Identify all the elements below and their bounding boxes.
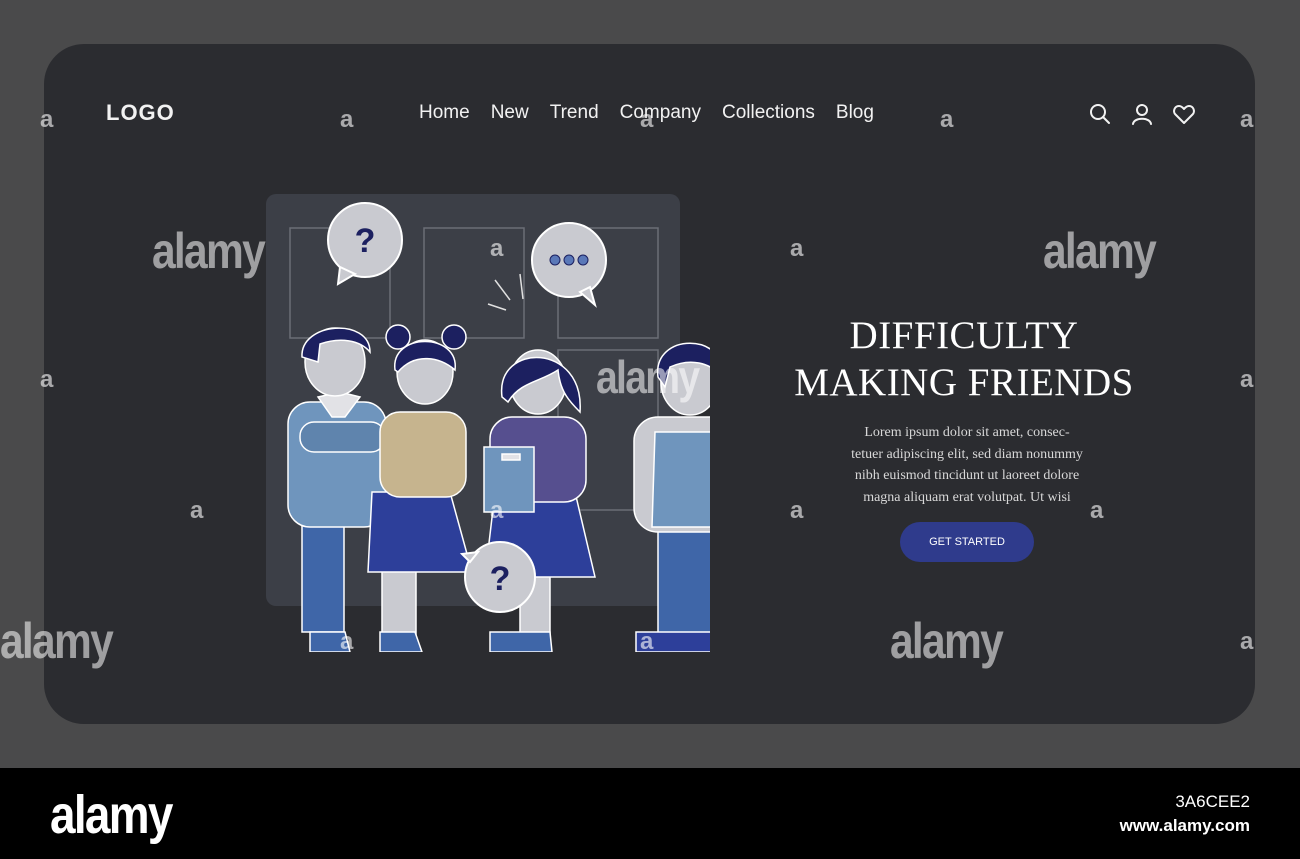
hero-description-line-3: nibh euismod tincidunt ut laoreet dolore <box>854 468 1080 483</box>
header-icons <box>1088 102 1196 126</box>
hero-description-line-1: Lorem ipsum dolor sit amet, consec- <box>864 425 1070 440</box>
watermark-a: a <box>1240 106 1254 133</box>
watermark-a: a <box>40 366 54 393</box>
svg-text:?: ? <box>355 222 376 260</box>
user-icon[interactable] <box>1130 102 1154 126</box>
watermark-a: a <box>490 235 504 262</box>
logo[interactable]: LOGO <box>106 100 175 126</box>
watermark: alamy <box>596 351 700 403</box>
search-icon[interactable] <box>1088 102 1112 126</box>
nav-trend[interactable]: Trend <box>550 102 599 124</box>
watermark: alamy <box>890 613 1004 669</box>
watermark-a: a <box>1240 628 1254 655</box>
hero-description: Lorem ipsum dolor sit amet, consec- tetu… <box>832 422 1102 508</box>
nav-new[interactable]: New <box>491 102 529 124</box>
nav-collections[interactable]: Collections <box>722 102 815 124</box>
nav-company[interactable]: Company <box>620 102 701 124</box>
watermark-a: a <box>640 628 654 655</box>
nav-home[interactable]: Home <box>419 102 470 124</box>
get-started-button[interactable]: GET STARTED <box>900 522 1034 562</box>
watermark-a: a <box>1240 366 1254 393</box>
watermark-a: a <box>340 106 354 133</box>
watermark-a: a <box>490 497 504 524</box>
watermark-a: a <box>790 497 804 524</box>
watermark-a: a <box>190 497 204 524</box>
friends-illustration: ? ? <box>266 194 710 652</box>
footer-bar: alamy 3A6CEE2 www.alamy.com <box>0 768 1300 859</box>
watermark: alamy <box>0 613 114 669</box>
hero-description-line-2: tetuer adipiscing elit, sed diam nonummy <box>851 446 1083 462</box>
watermark-a: a <box>40 106 54 133</box>
nav-blog[interactable]: Blog <box>836 102 874 124</box>
hero-description-line-4: magna aliquam erat volutpat. Ut wisi <box>863 489 1071 505</box>
watermark-a: a <box>640 106 654 133</box>
watermark-a: a <box>790 235 804 262</box>
hero-title-line-1: DIFFICULTY <box>849 314 1079 357</box>
image-id: 3A6CEE2 <box>1175 792 1250 811</box>
watermark-a: a <box>340 628 354 655</box>
watermark-a: a <box>1090 497 1104 524</box>
hero-title: DIFFICULTY MAKING FRIENDS <box>779 312 1149 406</box>
hero-title-line-2: MAKING FRIENDS <box>794 361 1134 404</box>
heart-icon[interactable] <box>1172 102 1196 126</box>
watermark-a: a <box>940 106 954 133</box>
watermark: alamy <box>152 223 266 279</box>
footer-url[interactable]: www.alamy.com <box>1120 816 1250 836</box>
svg-text:?: ? <box>490 560 511 598</box>
watermark: alamy <box>1043 223 1157 279</box>
footer-logo: alamy <box>50 785 173 845</box>
